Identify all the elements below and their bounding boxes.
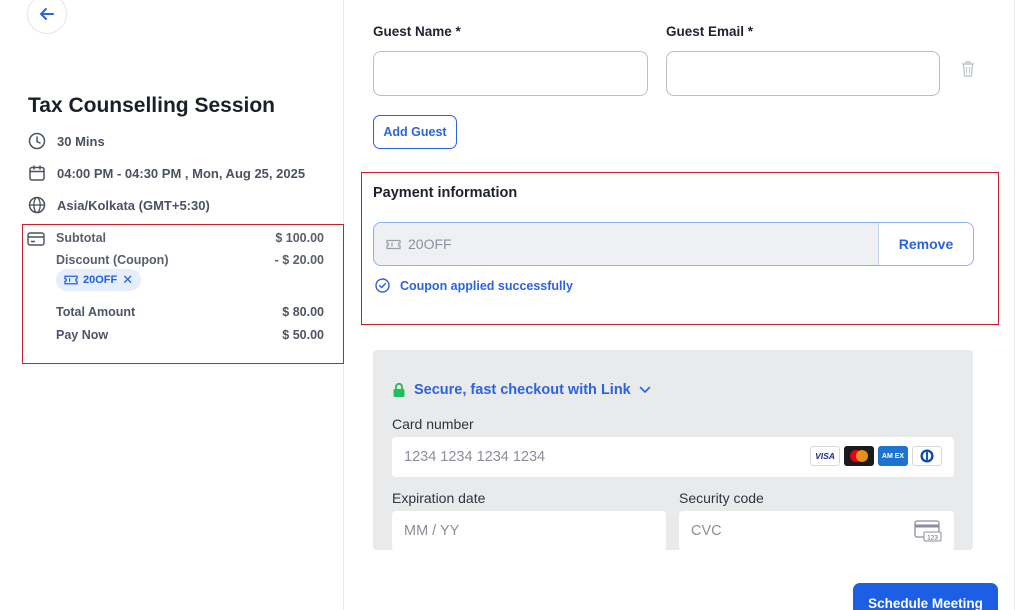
timezone-row: Asia/Kolkata (GMT+5:30): [28, 196, 210, 214]
discount-label: Discount (Coupon): [56, 253, 169, 267]
coupon-chip: 20OFF ✕: [56, 269, 142, 291]
cvc-card-icon: 123: [914, 520, 942, 542]
pay-now-label: Pay Now: [56, 328, 109, 342]
subtotal-row: Subtotal $ 100.00: [56, 231, 324, 245]
total-row: Total Amount $ 80.00: [56, 305, 324, 319]
payment-information-section: Payment information 20OFF Remove Coupon …: [361, 172, 999, 325]
trash-icon[interactable]: [960, 60, 976, 78]
chevron-down-icon: [639, 386, 651, 394]
amex-icon: AM EX: [878, 446, 908, 466]
diners-icon: [912, 446, 942, 466]
expiration-label: Expiration date: [392, 490, 486, 506]
total-value: $ 80.00: [282, 305, 324, 319]
back-arrow-icon: [40, 8, 54, 20]
guest-name-label: Guest Name *: [373, 24, 461, 39]
add-guest-button[interactable]: Add Guest: [373, 115, 457, 149]
expiration-input[interactable]: MM / YY: [392, 511, 666, 551]
coupon-field[interactable]: 20OFF Remove: [373, 222, 974, 266]
panel-divider: [1014, 0, 1015, 610]
remove-coupon-button[interactable]: Remove: [878, 223, 973, 265]
link-checkout-toggle[interactable]: Secure, fast checkout with Link: [392, 382, 651, 398]
discount-row: Discount (Coupon) - $ 20.00: [56, 253, 324, 267]
cvc-icon-text: 123: [927, 534, 938, 541]
pay-now-row: Pay Now $ 50.00: [56, 328, 324, 342]
ticket-icon: [386, 239, 401, 249]
discount-value: - $ 20.00: [274, 253, 324, 267]
card-payment-form: Secure, fast checkout with Link Card num…: [373, 350, 973, 551]
card-number-label: Card number: [392, 416, 474, 432]
payment-title: Payment information: [373, 185, 518, 201]
subtotal-value: $ 100.00: [275, 231, 324, 245]
coupon-chip-code: 20OFF: [83, 274, 118, 286]
booking-summary-panel: Tax Counselling Session 30 Mins 04:00 PM…: [10, 0, 344, 610]
total-label: Total Amount: [56, 305, 136, 319]
card-number-placeholder: 1234 1234 1234 1234: [404, 449, 546, 465]
calendar-icon: [29, 165, 45, 181]
card-number-input[interactable]: 1234 1234 1234 1234 VISA AM EX: [392, 437, 954, 477]
duration-text: 30 Mins: [57, 133, 105, 149]
guest-name-input[interactable]: [373, 51, 648, 96]
expiration-placeholder: MM / YY: [404, 523, 460, 539]
datetime-row: 04:00 PM - 04:30 PM , Mon, Aug 25, 2025: [28, 164, 305, 182]
globe-icon: [28, 196, 46, 214]
security-code-placeholder: CVC: [691, 523, 722, 539]
mastercard-icon: [844, 446, 874, 466]
lock-icon: [393, 382, 405, 397]
security-code-label: Security code: [679, 490, 764, 506]
coupon-code-value: 20OFF: [408, 236, 452, 252]
success-text: Coupon applied successfully: [400, 278, 573, 293]
guest-email-input[interactable]: [666, 51, 940, 96]
link-checkout-text: Secure, fast checkout with Link: [414, 382, 631, 398]
guest-email-label: Guest Email *: [666, 24, 754, 39]
datetime-text: 04:00 PM - 04:30 PM , Mon, Aug 25, 2025: [57, 165, 306, 181]
clock-icon: [28, 132, 46, 150]
ticket-icon: [64, 275, 78, 285]
security-code-input[interactable]: CVC 123: [679, 511, 954, 551]
back-button[interactable]: [27, 0, 67, 34]
subtotal-label: Subtotal: [56, 231, 106, 245]
session-title: Tax Counselling Session: [28, 94, 275, 117]
visa-icon: VISA: [810, 446, 840, 466]
remove-coupon-chip-icon[interactable]: ✕: [122, 272, 133, 288]
check-circle-icon: [375, 278, 390, 293]
timezone-text: Asia/Kolkata (GMT+5:30): [57, 197, 210, 213]
coupon-code-display: 20OFF: [374, 236, 878, 252]
card-brands: VISA AM EX: [810, 446, 942, 466]
price-summary: Subtotal $ 100.00 Discount (Coupon) - $ …: [22, 224, 344, 364]
schedule-meeting-button[interactable]: Schedule Meeting: [853, 583, 998, 610]
booking-page: Tax Counselling Session 30 Mins 04:00 PM…: [0, 0, 1024, 610]
duration-row: 30 Mins: [28, 132, 105, 150]
pay-now-value: $ 50.00: [282, 328, 324, 342]
coupon-success-message: Coupon applied successfully: [375, 278, 573, 293]
credit-card-icon: [27, 232, 45, 246]
